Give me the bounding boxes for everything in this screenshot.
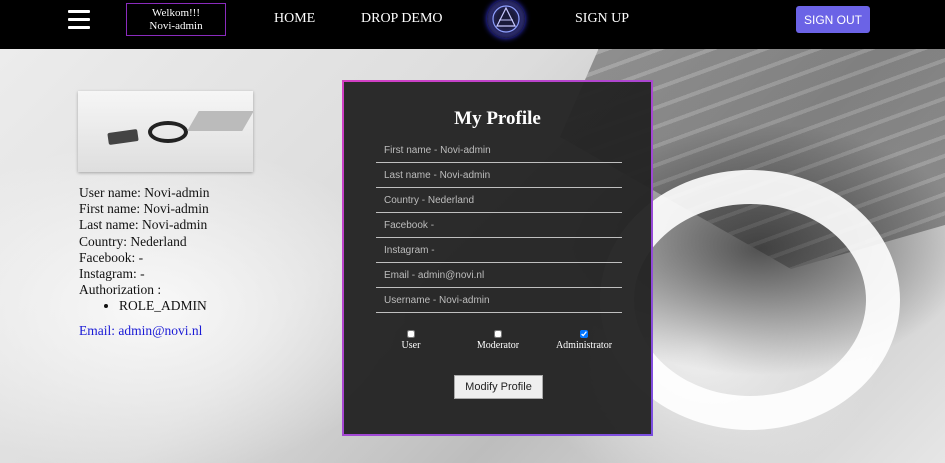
info-last-name: Last name: Novi-admin: [79, 217, 208, 233]
welcome-greeting: Welkom!!!: [152, 7, 200, 19]
email-field[interactable]: [376, 264, 622, 288]
role-list-item: ROLE_ADMIN: [119, 298, 209, 314]
role-user-label: User: [401, 340, 421, 351]
last-name-field[interactable]: [376, 164, 622, 188]
top-navbar: Welkom!!! Novi-admin HOME DROP DEMO SIGN…: [0, 0, 945, 49]
info-instagram: Instagram: -: [79, 266, 145, 282]
sign-out-button[interactable]: SIGN OUT: [796, 6, 870, 33]
role-moderator: Moderator: [472, 330, 524, 351]
role-user-checkbox[interactable]: [407, 330, 415, 338]
modify-profile-button[interactable]: Modify Profile: [454, 375, 543, 399]
first-name-field[interactable]: [376, 139, 622, 163]
nav-drop-demo-link[interactable]: DROP DEMO: [361, 11, 443, 27]
welcome-username: Novi-admin: [149, 20, 203, 32]
role-administrator-checkbox[interactable]: [580, 330, 588, 338]
nav-home-link[interactable]: HOME: [274, 11, 315, 27]
profile-title: My Profile: [454, 108, 541, 129]
info-username: User name: Novi-admin: [79, 185, 210, 200]
logo-icon[interactable]: [487, 0, 525, 38]
username-field[interactable]: [376, 289, 622, 313]
email-link[interactable]: Email: admin@novi.nl: [79, 323, 202, 339]
role-list: ROLE_ADMIN: [107, 298, 209, 314]
country-field[interactable]: [376, 189, 622, 213]
role-moderator-checkbox[interactable]: [494, 330, 502, 338]
instagram-field[interactable]: [376, 239, 622, 263]
profile-thumbnail-image: [78, 91, 253, 172]
hamburger-menu-icon[interactable]: [68, 10, 90, 30]
role-administrator-label: Administrator: [555, 340, 613, 351]
facebook-field[interactable]: [376, 214, 622, 238]
info-authorization-label: Authorization :: [79, 282, 162, 298]
role-user: User: [396, 330, 426, 351]
info-country: Country: Nederland: [79, 233, 187, 249]
user-info-panel: User name: Novi-admin First name: Novi-a…: [79, 185, 209, 315]
role-administrator: Administrator: [552, 330, 616, 351]
role-moderator-label: Moderator: [476, 340, 520, 351]
welcome-box: Welkom!!! Novi-admin: [126, 3, 226, 36]
info-first-name: First name: Novi-admin: [79, 201, 209, 217]
profile-card: My Profile User Moderator Administrator …: [342, 80, 653, 436]
nav-sign-up-link[interactable]: SIGN UP: [575, 11, 629, 27]
info-facebook: Facebook: -: [79, 249, 144, 265]
